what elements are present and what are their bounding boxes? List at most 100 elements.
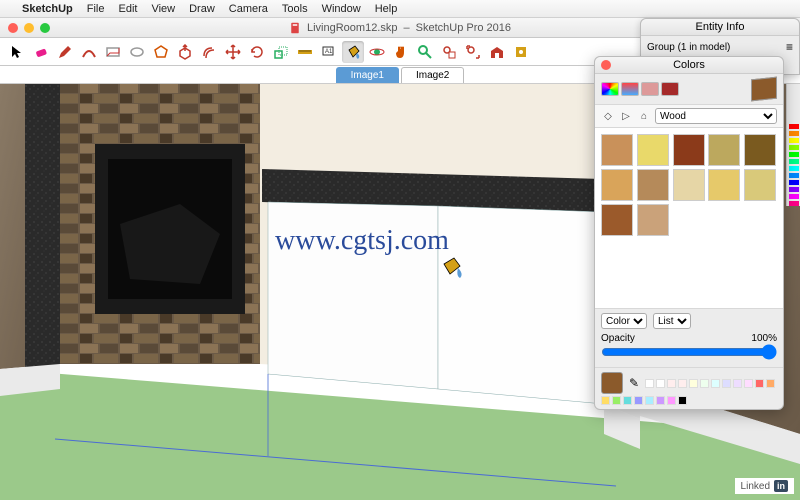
menu-camera[interactable]: Camera [229, 3, 268, 15]
circle-icon[interactable] [126, 41, 148, 63]
menu-view[interactable]: View [151, 3, 175, 15]
eyedropper-icon[interactable]: ✎ [629, 376, 639, 390]
rotate-icon[interactable] [246, 41, 268, 63]
list-mode-select[interactable]: List [653, 313, 691, 329]
material-swatch[interactable] [601, 169, 633, 201]
palette-mini[interactable] [678, 396, 687, 405]
material-swatch[interactable] [744, 134, 776, 166]
menu-draw[interactable]: Draw [189, 3, 215, 15]
palette-mini[interactable] [656, 379, 665, 388]
side-color[interactable] [789, 159, 799, 164]
zoom-window-icon[interactable] [438, 41, 460, 63]
palette-mini[interactable] [667, 379, 676, 388]
polygon-icon[interactable] [150, 41, 172, 63]
material-swatch[interactable] [637, 134, 669, 166]
material-swatch[interactable] [637, 169, 669, 201]
sliders-icon[interactable] [621, 82, 639, 96]
zoom-icon[interactable] [414, 41, 436, 63]
color-wheel-icon[interactable] [601, 82, 619, 96]
palette-mini[interactable] [601, 396, 610, 405]
material-swatch[interactable] [601, 204, 633, 236]
material-swatch[interactable] [637, 204, 669, 236]
materials-titlebar[interactable]: Colors [595, 57, 783, 74]
menu-file[interactable]: File [87, 3, 105, 15]
zoom-extents-icon[interactable] [462, 41, 484, 63]
move-icon[interactable] [222, 41, 244, 63]
palette-mini[interactable] [612, 396, 621, 405]
close-icon[interactable] [8, 23, 18, 33]
side-color-strip [786, 84, 800, 206]
menu-tools[interactable]: Tools [282, 3, 308, 15]
side-color[interactable] [789, 124, 799, 129]
materials-panel[interactable]: Colors ◇ ▷ ⌂ Wood Color List Opacity 100… [594, 56, 784, 410]
palette-mini[interactable] [634, 396, 643, 405]
tab-image1[interactable]: Image1 [336, 67, 399, 83]
side-color[interactable] [789, 173, 799, 178]
eraser-icon[interactable] [30, 41, 52, 63]
home-icon[interactable]: ⌂ [637, 109, 651, 123]
opacity-slider[interactable] [601, 344, 777, 360]
palette-mini[interactable] [755, 379, 764, 388]
select-arrow[interactable] [6, 41, 28, 63]
palette-mini[interactable] [656, 396, 665, 405]
palette-mini[interactable] [678, 379, 687, 388]
material-swatch[interactable] [708, 169, 740, 201]
side-color[interactable] [789, 194, 799, 199]
app-name[interactable]: SketchUp [22, 3, 73, 15]
material-swatch[interactable] [601, 134, 633, 166]
extension-icon[interactable] [510, 41, 532, 63]
tape-icon[interactable] [294, 41, 316, 63]
entity-menu-icon[interactable]: ≡ [786, 40, 793, 54]
material-category-select[interactable]: Wood [655, 108, 777, 124]
side-color[interactable] [789, 201, 799, 206]
current-color-swatch[interactable] [601, 372, 623, 394]
minimize-icon[interactable] [24, 23, 34, 33]
tab-image2[interactable]: Image2 [401, 67, 464, 83]
palette-mini[interactable] [689, 379, 698, 388]
orbit-icon[interactable] [366, 41, 388, 63]
text-icon[interactable]: A1 [318, 41, 340, 63]
palette-mini[interactable] [700, 379, 709, 388]
pencil-icon[interactable] [54, 41, 76, 63]
side-color[interactable] [789, 131, 799, 136]
close-icon[interactable] [601, 60, 611, 70]
pushpull-icon[interactable] [174, 41, 196, 63]
texture-icon[interactable] [661, 82, 679, 96]
palette-mini[interactable] [766, 379, 775, 388]
warehouse-icon[interactable] [486, 41, 508, 63]
menu-window[interactable]: Window [322, 3, 361, 15]
palette-icon[interactable] [641, 82, 659, 96]
rectangle-icon[interactable] [102, 41, 124, 63]
palette-mini[interactable] [645, 379, 654, 388]
maximize-icon[interactable] [40, 23, 50, 33]
nav-back-icon[interactable]: ◇ [601, 109, 615, 123]
arc-icon[interactable] [78, 41, 100, 63]
palette-mini[interactable] [711, 379, 720, 388]
side-color[interactable] [789, 166, 799, 171]
palette-mini[interactable] [623, 396, 632, 405]
pan-icon[interactable] [390, 41, 412, 63]
palette-mini[interactable] [667, 396, 676, 405]
material-swatch[interactable] [708, 134, 740, 166]
nav-forward-icon[interactable]: ▷ [619, 109, 633, 123]
menu-help[interactable]: Help [375, 3, 398, 15]
material-swatch[interactable] [673, 169, 705, 201]
material-preview [751, 77, 777, 102]
offset-icon[interactable] [198, 41, 220, 63]
palette-mini[interactable] [722, 379, 731, 388]
menu-edit[interactable]: Edit [118, 3, 137, 15]
palette-mini[interactable] [733, 379, 742, 388]
material-swatch[interactable] [744, 169, 776, 201]
palette-mini[interactable] [645, 396, 654, 405]
paint-bucket-icon[interactable] [342, 41, 364, 63]
color-mode-select[interactable]: Color [601, 313, 647, 329]
entity-info-title: Entity Info [641, 19, 799, 36]
side-color[interactable] [789, 145, 799, 150]
side-color[interactable] [789, 187, 799, 192]
side-color[interactable] [789, 138, 799, 143]
side-color[interactable] [789, 180, 799, 185]
scale-icon[interactable] [270, 41, 292, 63]
material-swatch[interactable] [673, 134, 705, 166]
side-color[interactable] [789, 152, 799, 157]
palette-mini[interactable] [744, 379, 753, 388]
